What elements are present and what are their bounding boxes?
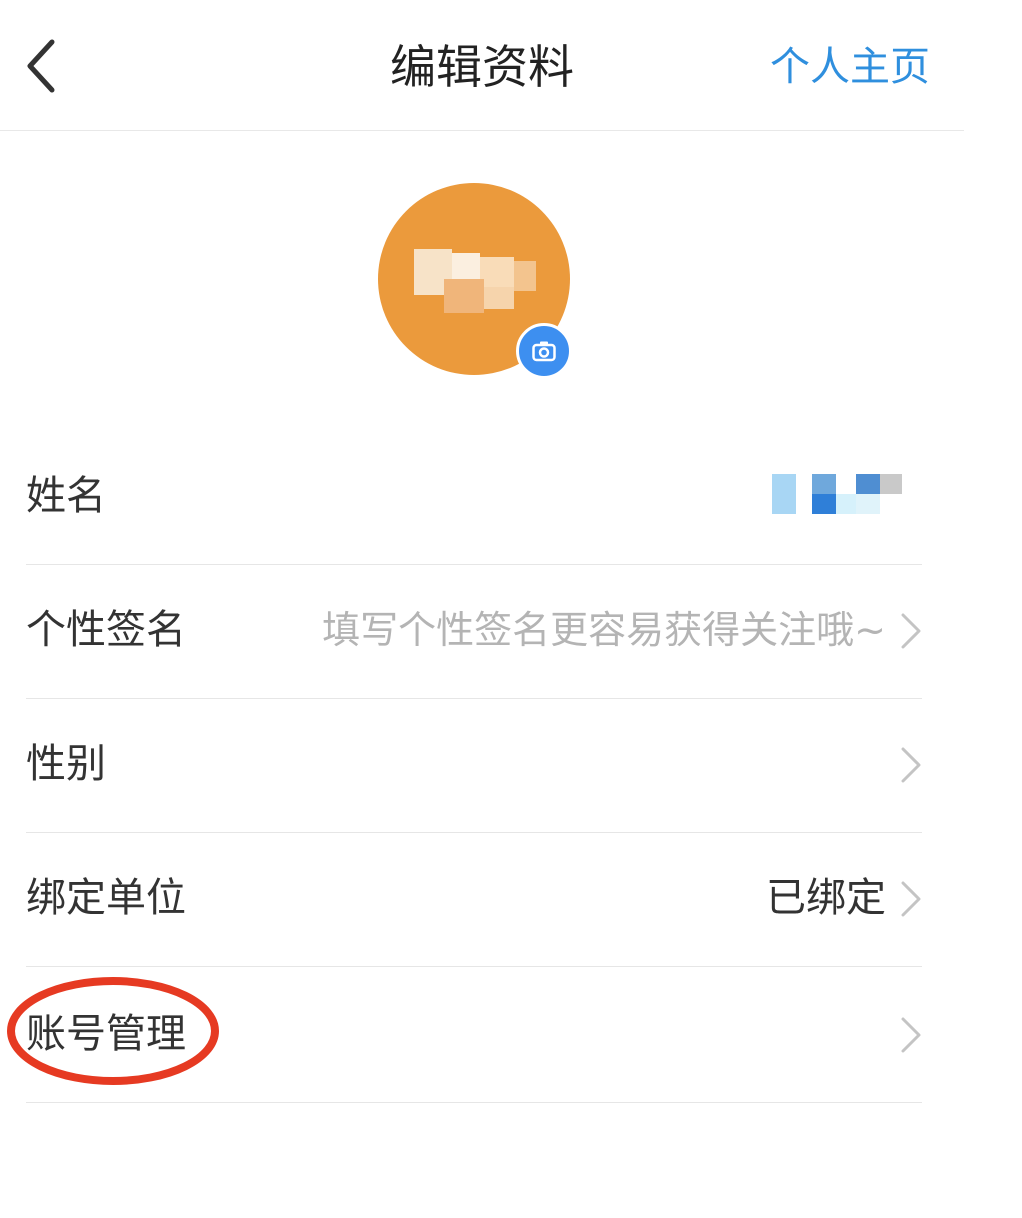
row-account-management[interactable]: 账号管理 xyxy=(26,968,922,1103)
camera-icon xyxy=(532,341,556,362)
back-button[interactable] xyxy=(18,36,66,96)
chevron-right-icon xyxy=(901,881,921,917)
chevron-right-icon xyxy=(901,1017,921,1053)
chevron-left-icon xyxy=(27,39,55,93)
top-nav-bar: 编辑资料 个人主页 xyxy=(0,0,964,131)
row-label: 账号管理 xyxy=(26,1011,186,1057)
row-label: 性别 xyxy=(26,741,106,787)
signature-placeholder: 填写个性签名更容易获得关注哦~ xyxy=(322,608,886,652)
change-avatar-button[interactable] xyxy=(516,323,572,379)
bound-status-value: 已绑定 xyxy=(766,875,886,921)
row-name[interactable]: 姓名 xyxy=(26,430,922,565)
chevron-right-icon xyxy=(901,613,921,649)
row-bound-organization[interactable]: 绑定单位 已绑定 xyxy=(26,832,922,967)
row-gender[interactable]: 性别 xyxy=(26,698,922,833)
personal-homepage-link[interactable]: 个人主页 xyxy=(770,40,930,94)
row-label: 个性签名 xyxy=(26,607,186,653)
name-value-pixelated xyxy=(772,474,916,514)
row-label: 姓名 xyxy=(26,473,106,519)
row-label: 绑定单位 xyxy=(26,875,186,921)
chevron-right-icon xyxy=(901,747,921,783)
avatar-section xyxy=(378,183,574,379)
row-signature[interactable]: 个性签名 填写个性签名更容易获得关注哦~ xyxy=(26,564,922,699)
